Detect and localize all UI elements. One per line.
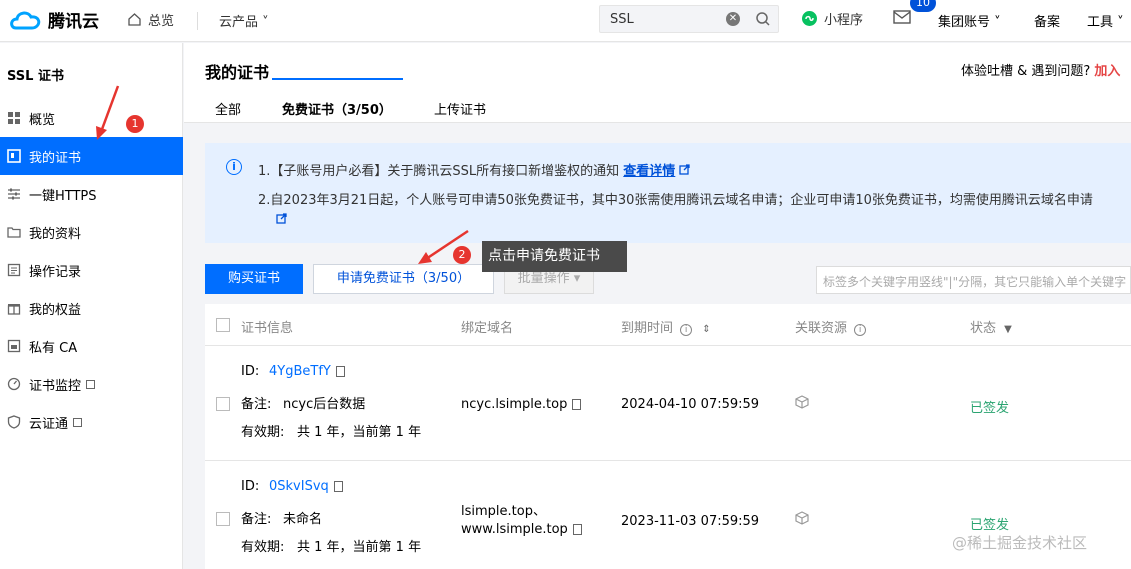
arrow-head-2 [418, 252, 432, 264]
watermark: @稀土掘金技术社区 [952, 534, 1088, 552]
arrow-to-my-certificates [99, 85, 120, 133]
step-marker-2: 2 [453, 246, 471, 264]
annotation-arrows [96, 85, 469, 264]
annotation-tooltip: 点击申请免费证书 [482, 241, 627, 272]
arrow-head-1 [96, 126, 107, 140]
step-marker-1: 1 [126, 115, 144, 133]
